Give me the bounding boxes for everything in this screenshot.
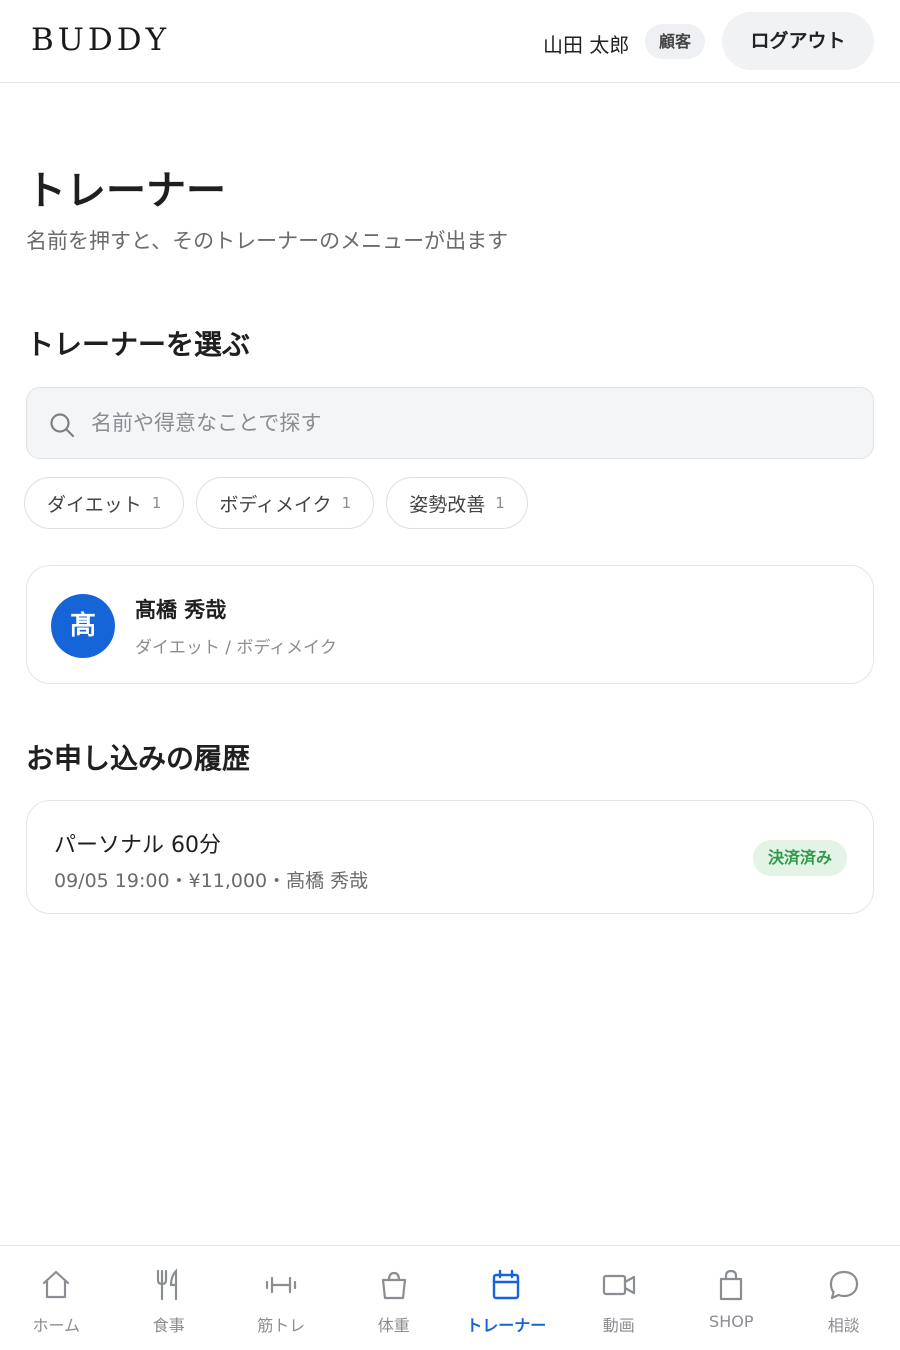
history-item[interactable]: パーソナル 60分 09/05 19:00・¥11,000・髙橋 秀哉 決済済み	[26, 800, 874, 914]
chat-bubble-icon	[829, 1270, 858, 1300]
user-name: 山田 太郎	[543, 33, 630, 57]
chip-label: ボディメイク	[219, 493, 332, 516]
chip-count: 1	[495, 494, 505, 512]
app-logo[interactable]: BUDDY	[31, 22, 170, 58]
nav-label: 相談	[827, 1316, 860, 1335]
nav-item-consult[interactable]: 相談	[788, 1246, 900, 1350]
chip-label: ダイエット	[47, 493, 142, 516]
history-heading: お申し込みの履歴	[26, 742, 251, 775]
nav-label: トレーナー	[466, 1316, 547, 1335]
nav-item-video[interactable]: 動画	[563, 1246, 676, 1350]
chip-label: 姿勢改善	[409, 493, 486, 516]
video-icon	[602, 1274, 635, 1296]
chip-posture[interactable]: 姿勢改善 1	[386, 477, 528, 529]
nav-item-shop[interactable]: SHOP	[675, 1246, 788, 1350]
trainer-specialties: ダイエット / ボディメイク	[135, 638, 337, 658]
nav-item-meal[interactable]: 食事	[113, 1246, 226, 1350]
page-title: トレーナー	[26, 168, 226, 214]
status-badge: 決済済み	[752, 840, 847, 876]
calendar-icon	[493, 1269, 520, 1300]
chip-body-make[interactable]: ボディメイク 1	[196, 477, 375, 529]
specialty-filter-chips: ダイエット 1 ボディメイク 1 姿勢改善 1	[24, 477, 528, 529]
chip-count: 1	[341, 494, 352, 512]
nav-label: ホーム	[32, 1316, 81, 1335]
scale-icon	[381, 1271, 406, 1300]
bottom-nav: ホーム 食事 筋トレ 体重 トレーナー 動画 SHOP 相談	[0, 1245, 900, 1350]
nav-label: 食事	[152, 1316, 185, 1335]
logout-button[interactable]: ログアウト	[722, 12, 874, 70]
history-plan-title: パーソナル 60分	[54, 833, 221, 858]
select-trainer-heading: トレーナーを選ぶ	[26, 328, 251, 361]
trainer-search-input[interactable]	[91, 400, 851, 446]
chip-count: 1	[151, 494, 162, 512]
dumbbell-icon	[266, 1276, 297, 1294]
nav-item-workout[interactable]: 筋トレ	[225, 1246, 338, 1350]
nav-label: SHOP	[709, 1312, 754, 1331]
nav-item-weight[interactable]: 体重	[338, 1246, 451, 1350]
role-badge: 顧客	[645, 24, 706, 59]
trainer-card[interactable]: 髙 髙橋 秀哉 ダイエット / ボディメイク	[26, 565, 874, 684]
home-icon	[43, 1270, 70, 1299]
nav-label: 体重	[377, 1316, 410, 1335]
nav-item-trainer[interactable]: トレーナー	[450, 1246, 563, 1350]
trainer-search-box[interactable]	[26, 387, 874, 459]
trainer-avatar: 髙	[51, 594, 115, 658]
search-icon	[50, 413, 75, 438]
fork-knife-icon	[156, 1268, 177, 1301]
history-meta: 09/05 19:00・¥11,000・髙橋 秀哉	[54, 870, 369, 892]
app-header: BUDDY 山田 太郎 顧客 ログアウト	[0, 0, 900, 83]
page-subtitle: 名前を押すと、そのトレーナーのメニューが出ます	[26, 229, 509, 253]
trainer-name: 髙橋 秀哉	[135, 598, 227, 622]
chip-diet[interactable]: ダイエット 1	[24, 477, 185, 529]
nav-label: 筋トレ	[257, 1316, 306, 1335]
nav-item-home[interactable]: ホーム	[0, 1246, 113, 1350]
shopping-bag-icon	[720, 1269, 743, 1301]
nav-label: 動画	[602, 1316, 635, 1335]
